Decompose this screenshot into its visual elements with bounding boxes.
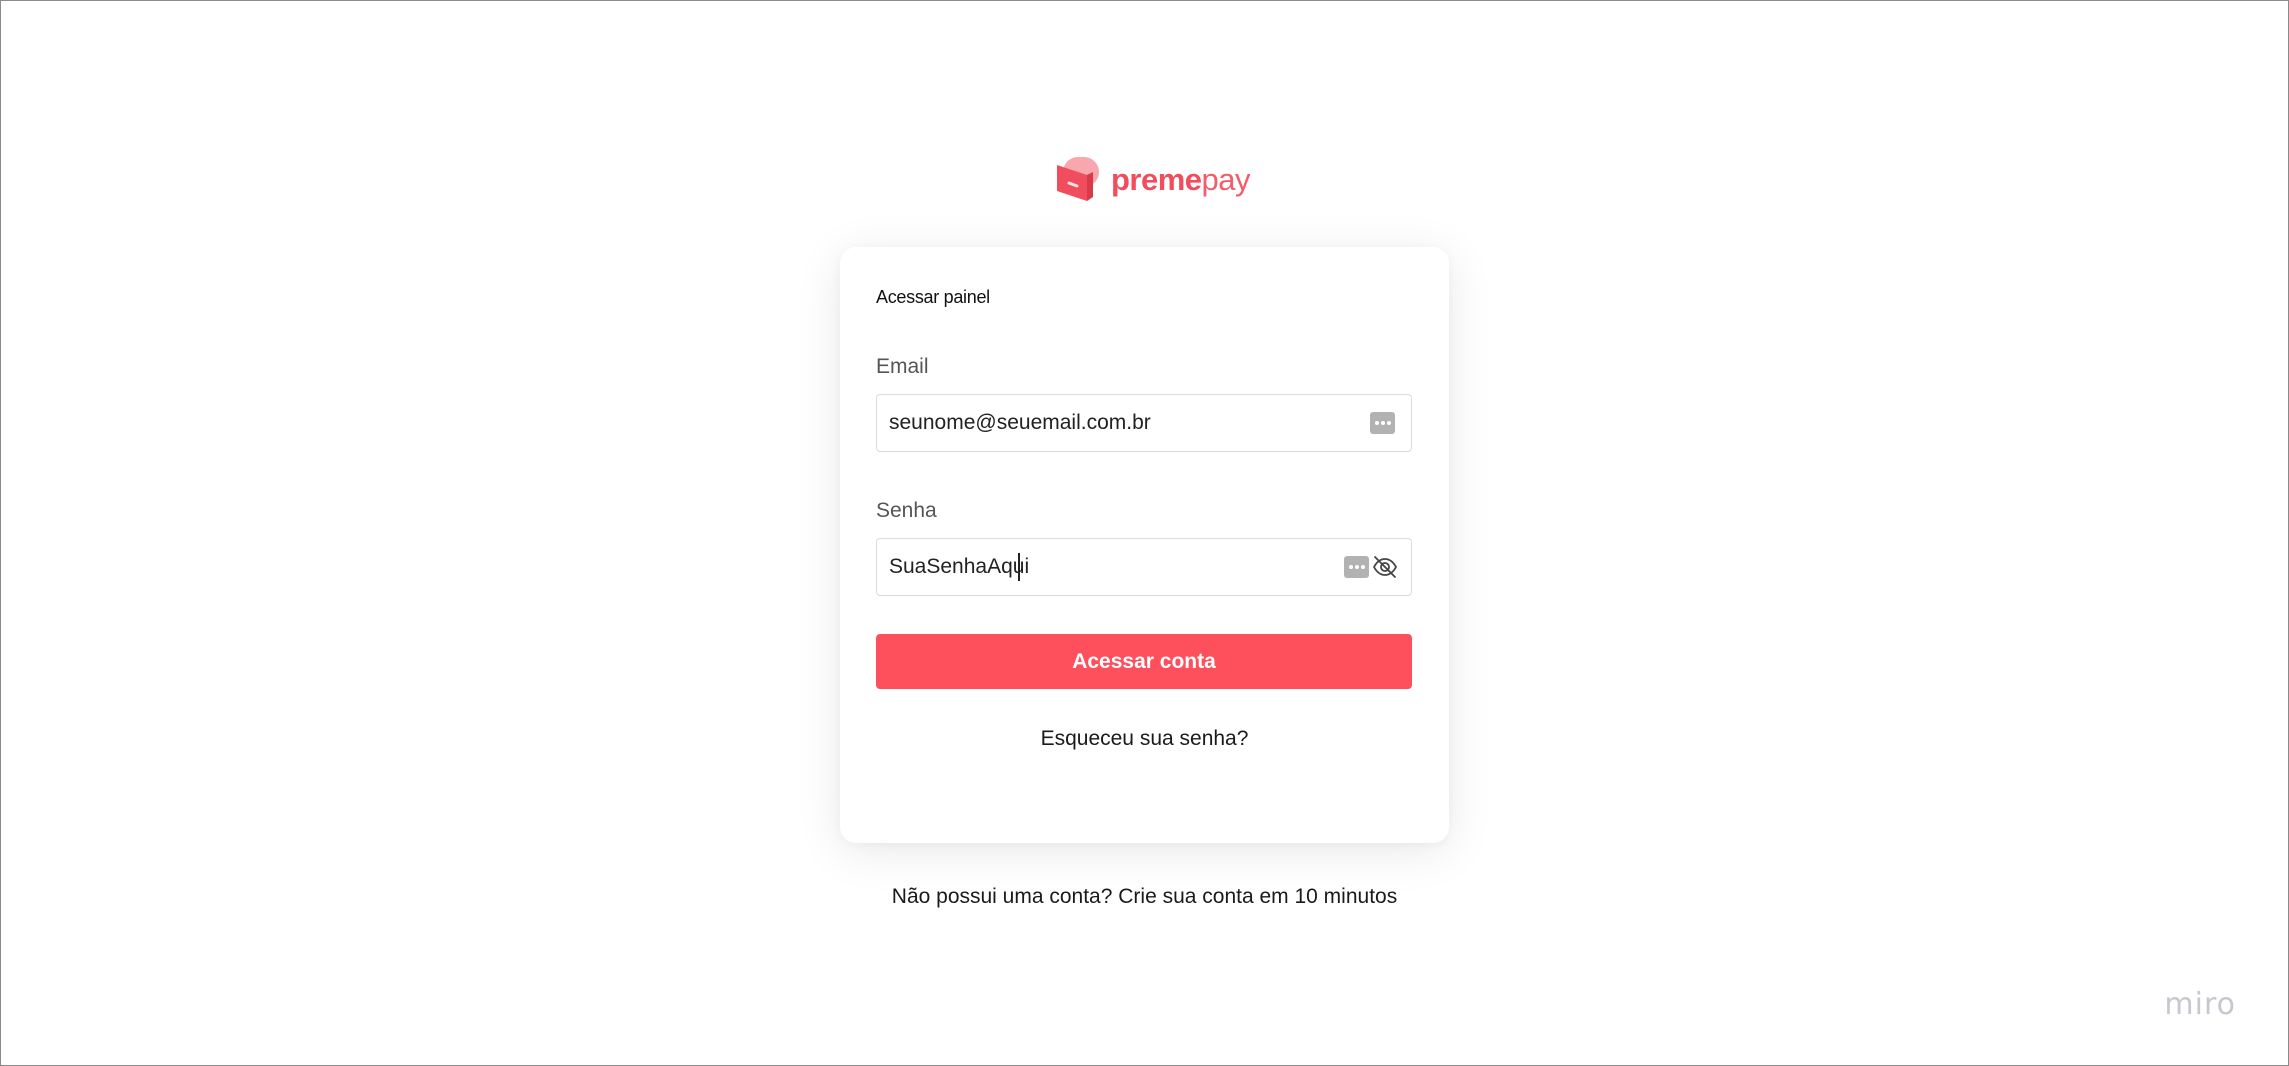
- signup-row: Não possui uma conta? Crie sua conta em …: [840, 885, 1449, 909]
- email-label: Email: [876, 355, 929, 378]
- kebab-icon[interactable]: [1370, 412, 1395, 434]
- miro-watermark: miro: [2164, 987, 2236, 1022]
- signup-link[interactable]: Crie sua conta em 10 minutos: [1118, 885, 1397, 908]
- email-field-box: [876, 394, 1412, 452]
- password-field-box: [876, 538, 1412, 596]
- card-title: Acessar painel: [876, 287, 990, 307]
- page-frame: preme pay Acessar painel Email Senha Ace…: [0, 0, 2289, 1066]
- submit-button[interactable]: Acessar conta: [876, 634, 1412, 689]
- wallet-logo-icon: [1057, 155, 1103, 203]
- forgot-password-link[interactable]: Esqueceu sua senha?: [840, 727, 1449, 751]
- signup-prefix: Não possui uma conta?: [891, 885, 1119, 908]
- brand-name: preme pay: [1111, 161, 1251, 197]
- premepay-logo: preme pay: [1057, 155, 1251, 203]
- text-cursor: [1018, 553, 1020, 581]
- brand-name-bold: preme: [1111, 161, 1202, 197]
- kebab-icon[interactable]: [1344, 556, 1369, 578]
- password-input[interactable]: [889, 539, 1329, 595]
- email-input[interactable]: [889, 395, 1329, 451]
- password-label: Senha: [876, 499, 937, 522]
- eye-slash-icon[interactable]: [1371, 553, 1399, 581]
- login-card: Acessar painel Email Senha Acessar conta…: [840, 247, 1449, 843]
- brand-name-light: pay: [1201, 161, 1251, 197]
